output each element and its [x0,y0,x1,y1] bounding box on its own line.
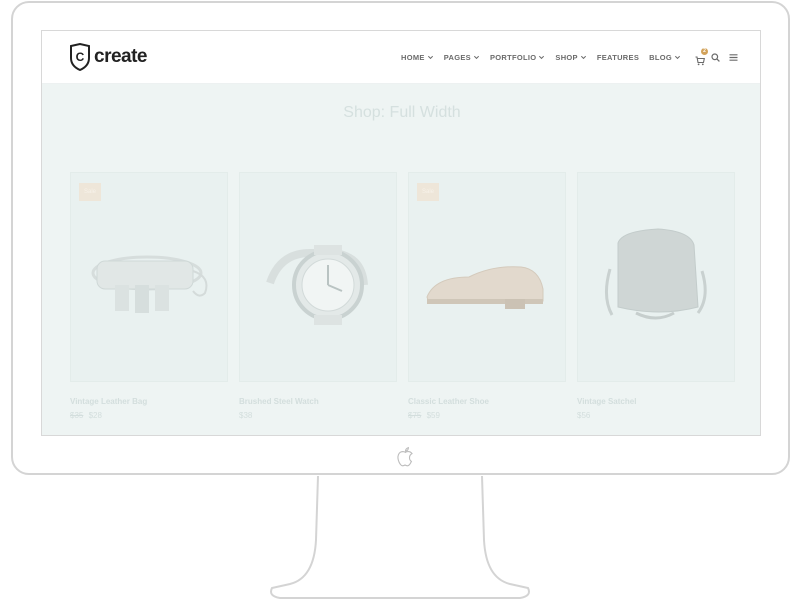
search-icon[interactable] [711,53,720,62]
chevron-down-icon [427,55,433,60]
nav-item-home[interactable]: HOME [401,53,434,62]
product-card: Brushed Steel Watch $38 [239,172,397,420]
nav-icons: 2 [695,47,738,65]
cart-count-badge: 2 [701,47,708,55]
nav-item-label: BLOG [649,53,672,62]
page-body: Shop: Full Width Sale Vintage Leather Ba… [42,84,760,435]
product-card: Sale Vintage Leather Bag $35 $28 [70,172,228,420]
nav-item-pages[interactable]: PAGES [444,53,480,62]
product-price: $38 [239,411,397,420]
product-price: $75 $59 [408,411,566,420]
product-image-shoe[interactable]: Sale [408,172,566,382]
product-sale-price: $28 [88,411,102,420]
cart-icon [695,55,705,65]
product-image-satchel[interactable] [577,172,735,382]
monitor-frame: C create HOME PAGES PORTFOLIO SHOP FEATU… [11,1,790,475]
nav-item-label: PORTFOLIO [489,53,537,62]
product-price: $35 $28 [70,411,228,420]
page-title: Shop: Full Width [343,104,461,121]
logo-letter: C [76,50,85,64]
product-name[interactable]: Vintage Satchel [577,397,735,406]
chevron-down-icon [473,55,479,60]
cart-button[interactable]: 2 [695,47,708,65]
nav-item-label: HOME [401,53,425,62]
product-sale-price: $59 [426,411,440,420]
site-header: C create HOME PAGES PORTFOLIO SHOP FEATU… [42,31,760,84]
nav-item-portfolio[interactable]: PORTFOLIO [490,53,545,62]
bag-image [91,255,208,313]
chevron-down-icon [539,55,545,60]
chevron-down-icon [580,55,586,60]
product-name[interactable]: Brushed Steel Watch [239,397,397,406]
product-price-value: $56 [577,411,591,420]
nav-item-shop[interactable]: SHOP [555,53,586,62]
shoe-image [426,266,544,309]
nav-item-label: FEATURES [596,53,640,62]
nav-item-label: SHOP [555,53,578,62]
menu-icon[interactable] [729,53,738,62]
product-image-watch[interactable] [239,172,397,382]
product-name[interactable]: Vintage Leather Bag [70,397,228,406]
product-name[interactable]: Classic Leather Shoe [408,397,566,406]
watch-image [266,245,368,325]
nav-item-blog[interactable]: BLOG [649,53,681,62]
main-nav: HOME PAGES PORTFOLIO SHOP FEATURES BLOG … [391,31,738,84]
site-logo[interactable]: C create [69,41,148,73]
product-price-value: $38 [239,411,253,420]
apple-logo-icon [397,446,413,467]
shield-logo-icon: C [70,43,90,71]
nav-item-features[interactable]: FEATURES [597,53,639,62]
product-price: $56 [577,411,735,420]
product-grid: Sale Vintage Leather Bag $35 $28 Brushed… [42,172,760,432]
chevron-down-icon [674,55,681,60]
product-card: Sale Classic Leather Shoe $75 $59 [408,172,566,420]
product-old-price: $35 [70,411,84,420]
product-card: Vintage Satchel $56 [577,172,735,420]
product-image-bag[interactable]: Sale [70,172,228,382]
nav-item-label: PAGES [443,53,471,62]
logo-text: create [94,46,148,67]
product-old-price: $75 [408,411,422,420]
monitor-screen: C create HOME PAGES PORTFOLIO SHOP FEATU… [41,30,761,436]
satchel-image [605,228,707,320]
